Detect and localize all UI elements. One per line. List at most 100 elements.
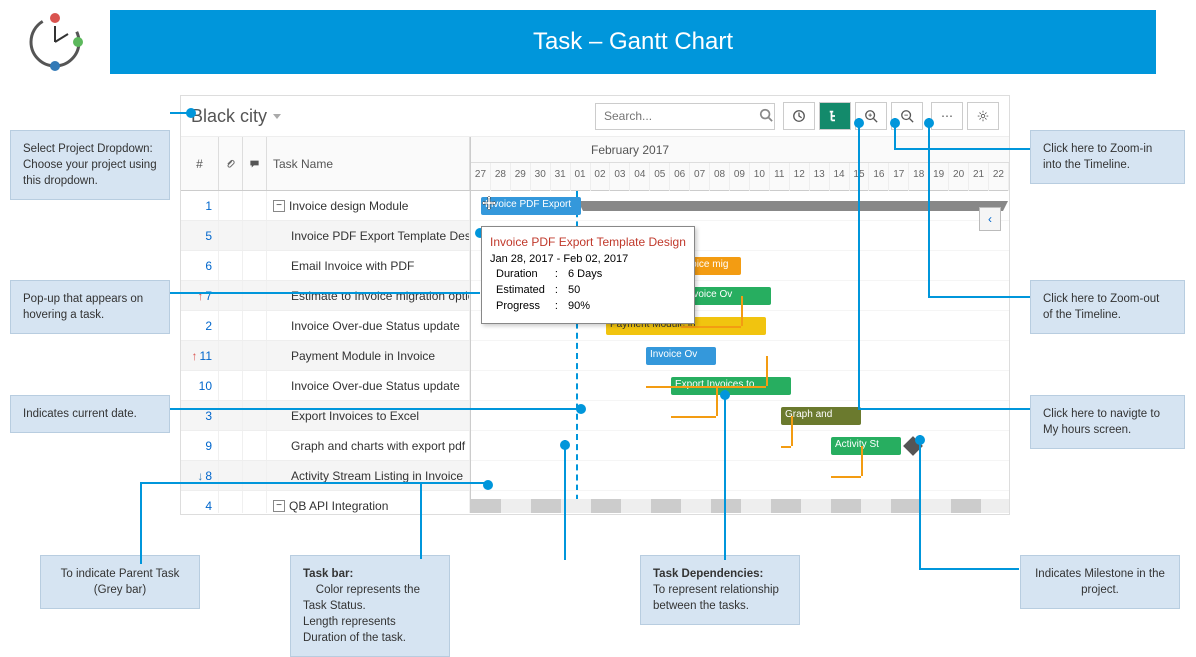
row-taskname: Export Invoices to Excel xyxy=(267,401,470,430)
day-cell: 28 xyxy=(491,163,511,191)
project-dropdown[interactable]: Black city xyxy=(191,106,281,127)
timeline-row: Graph and xyxy=(471,401,1009,431)
row-taskname: Activity Stream Listing in Invoice xyxy=(267,461,470,490)
project-name-label: Black city xyxy=(191,106,267,127)
row-taskname: −QB API Integration xyxy=(267,491,470,513)
table-row[interactable]: 2Invoice Over-due Status update xyxy=(181,311,470,341)
day-cell: 06 xyxy=(670,163,690,191)
task-bar[interactable]: Graph and xyxy=(781,407,861,425)
row-comment xyxy=(243,371,267,400)
row-number: 10 xyxy=(181,371,219,400)
callout-tooltip: Pop-up that appears on hovering a task. xyxy=(10,280,170,334)
row-taskname: Invoice Over-due Status update xyxy=(267,371,470,400)
row-number: ↑ 7 xyxy=(181,281,219,310)
hierarchy-button[interactable] xyxy=(819,102,851,130)
day-cell: 17 xyxy=(889,163,909,191)
row-number: 1 xyxy=(181,191,219,220)
callout-current-date: Indicates current date. xyxy=(10,395,170,433)
row-taskname: Invoice Over-due Status update xyxy=(267,311,470,340)
table-row[interactable]: 4 −QB API Integration xyxy=(181,491,470,513)
day-cell: 10 xyxy=(750,163,770,191)
row-comment xyxy=(243,221,267,250)
callout-myhours: Click here to navigte to My hours screen… xyxy=(1030,395,1185,449)
table-row[interactable]: 3 Export Invoices to Excel xyxy=(181,401,470,431)
row-comment xyxy=(243,281,267,310)
scrollbar[interactable] xyxy=(471,499,1009,513)
day-cell: 29 xyxy=(511,163,531,191)
grid-header: # Task Name xyxy=(181,137,470,191)
settings-button[interactable] xyxy=(967,102,999,130)
day-cell: 02 xyxy=(591,163,611,191)
collapse-icon[interactable]: − xyxy=(273,500,285,512)
row-number: 4 xyxy=(181,491,219,513)
callout-dependencies: Task Dependencies: To represent relation… xyxy=(640,555,800,625)
row-comment xyxy=(243,461,267,490)
day-cell: 05 xyxy=(650,163,670,191)
task-bar[interactable]: Activity St xyxy=(831,437,901,455)
table-row[interactable]: 9Graph and charts with export pdf xyxy=(181,431,470,461)
row-taskname: Email Invoice with PDF xyxy=(267,251,470,280)
more-button[interactable]: ⋯ xyxy=(931,102,963,130)
row-comment xyxy=(243,431,267,460)
callout-zoom-out: Click here to Zoom-out of the Timeline. xyxy=(1030,280,1185,334)
task-grid: # Task Name 1−Invoice design Module 5Inv… xyxy=(181,137,471,513)
callout-milestone: Indicates Milestone in the project. xyxy=(1020,555,1180,609)
day-cell: 01 xyxy=(571,163,591,191)
day-cell: 07 xyxy=(690,163,710,191)
tooltip-title: Invoice PDF Export Template Design xyxy=(490,235,686,249)
row-attach xyxy=(219,341,243,370)
day-cell: 18 xyxy=(909,163,929,191)
callout-zoom-in: Click here to Zoom-in into the Timeline. xyxy=(1030,130,1185,184)
row-number: 6 xyxy=(181,251,219,280)
callout-parent-task: To indicate Parent Task (Grey bar) xyxy=(40,555,200,609)
table-row[interactable]: 5Invoice PDF Export Template Design xyxy=(181,221,470,251)
row-attach xyxy=(219,311,243,340)
table-row[interactable]: ↓ 8 Activity Stream Listing in Invoice xyxy=(181,461,470,491)
table-row[interactable]: 6 Email Invoice with PDF xyxy=(181,251,470,281)
day-cell: 13 xyxy=(810,163,830,191)
row-comment xyxy=(243,191,267,220)
day-cell: 04 xyxy=(630,163,650,191)
row-attach xyxy=(219,251,243,280)
row-number: ↓ 8 xyxy=(181,461,219,490)
row-number: 5 xyxy=(181,221,219,250)
clock-button[interactable] xyxy=(783,102,815,130)
col-comment-header xyxy=(243,137,267,190)
task-bar[interactable]: Invoice Ov xyxy=(646,347,716,365)
col-number-header: # xyxy=(181,137,219,190)
task-bar[interactable]: Export Invoices to xyxy=(671,377,791,395)
page-title: Task – Gantt Chart xyxy=(110,10,1156,74)
nav-left-button[interactable]: ‹ xyxy=(979,207,1001,231)
day-cell: 27 xyxy=(471,163,491,191)
table-row[interactable]: 10 Invoice Over-due Status update xyxy=(181,371,470,401)
collapse-icon[interactable]: − xyxy=(273,200,285,212)
row-number: 9 xyxy=(181,431,219,460)
day-cell: 08 xyxy=(710,163,730,191)
row-attach xyxy=(219,281,243,310)
move-cursor-icon xyxy=(481,195,497,211)
row-comment xyxy=(243,341,267,370)
dropdown-caret-icon xyxy=(273,114,281,119)
row-number: 3 xyxy=(181,401,219,430)
search-box[interactable] xyxy=(595,103,775,130)
row-attach xyxy=(219,221,243,250)
tooltip-dates: Jan 28, 2017 - Feb 02, 2017 xyxy=(490,253,686,265)
timeline-row: Export Invoices to xyxy=(471,371,1009,401)
day-cell: 16 xyxy=(869,163,889,191)
search-input[interactable] xyxy=(604,109,759,123)
row-taskname: Estimate to Invoice migration option xyxy=(267,281,470,310)
callout-project-dropdown: Select Project Dropdown: Choose your pro… xyxy=(10,130,170,200)
app-logo xyxy=(20,12,90,72)
table-row[interactable]: ↑ 11Payment Module in Invoice xyxy=(181,341,470,371)
day-cell: 09 xyxy=(730,163,750,191)
day-cell: 12 xyxy=(790,163,810,191)
row-number: ↑ 11 xyxy=(181,341,219,370)
row-attach xyxy=(219,431,243,460)
callout-taskbar: Task bar: Color represents the Task Stat… xyxy=(290,555,450,657)
table-row[interactable]: 1−Invoice design Module xyxy=(181,191,470,221)
table-row[interactable]: ↑ 7 Estimate to Invoice migration option xyxy=(181,281,470,311)
col-attachment-header xyxy=(219,137,243,190)
day-cell: 21 xyxy=(969,163,989,191)
row-attach xyxy=(219,491,243,513)
day-cell: 30 xyxy=(531,163,551,191)
